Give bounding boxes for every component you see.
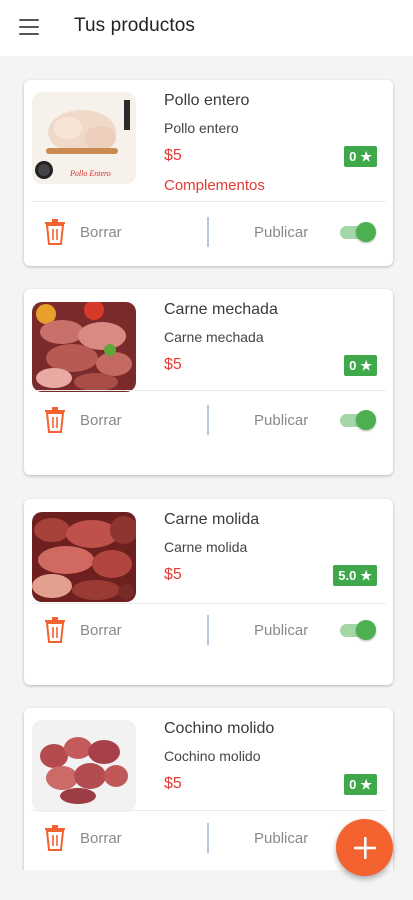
product-image: Pollo Entero <box>32 92 136 184</box>
product-name: Carne molida <box>164 511 260 528</box>
product-description: Carne molida <box>164 539 248 555</box>
trash-icon[interactable] <box>44 617 66 643</box>
plus-icon <box>353 836 376 859</box>
star-icon: ★ <box>360 567 372 583</box>
card-actions: Borrar Publicar <box>24 608 393 652</box>
rating-value: 0 <box>349 149 357 164</box>
divider <box>31 201 386 202</box>
divider <box>31 810 386 811</box>
card-actions: Borrar Publicar <box>24 398 393 442</box>
add-product-button[interactable] <box>336 819 393 876</box>
complements-link[interactable]: Complementos <box>164 177 265 194</box>
trash-icon[interactable] <box>44 219 66 245</box>
page-title: Tus productos <box>74 15 195 36</box>
rating-badge: 0 ★ <box>344 355 377 376</box>
app-bar: Tus productos <box>0 0 413 56</box>
product-name: Cochino molido <box>164 720 275 737</box>
rating-badge: 5.0 ★ <box>333 565 377 586</box>
product-name: Pollo entero <box>164 92 250 109</box>
publish-label: Publicar <box>254 830 309 847</box>
product-card[interactable]: Carne molida Carne molida $5 5.0 ★ Borra… <box>24 499 393 685</box>
trash-icon[interactable] <box>44 407 66 433</box>
delete-button[interactable]: Borrar <box>80 412 122 429</box>
publish-toggle[interactable] <box>338 620 376 640</box>
divider <box>31 390 386 391</box>
product-price: $5 <box>164 566 182 583</box>
star-icon: ★ <box>360 357 372 373</box>
publish-label: Publicar <box>254 622 309 639</box>
product-name: Carne mechada <box>164 301 278 318</box>
product-description: Carne mechada <box>164 329 264 345</box>
card-actions: Borrar Publicar <box>24 210 393 254</box>
product-price: $5 <box>164 147 182 164</box>
divider <box>31 603 386 604</box>
delete-button[interactable]: Borrar <box>80 224 122 241</box>
product-card[interactable]: Pollo Entero Pollo entero Pollo entero $… <box>24 80 393 266</box>
rating-value: 5.0 <box>338 568 357 583</box>
menu-icon[interactable] <box>19 19 39 35</box>
rating-badge: 0 ★ <box>344 146 377 167</box>
star-icon: ★ <box>360 148 372 164</box>
publish-label: Publicar <box>254 224 309 241</box>
bottom-spacer <box>0 870 413 900</box>
publish-toggle[interactable] <box>338 410 376 430</box>
product-price: $5 <box>164 775 182 792</box>
rating-value: 0 <box>349 777 357 792</box>
product-list[interactable]: Pollo Entero Pollo entero Pollo entero $… <box>0 56 413 870</box>
product-price: $5 <box>164 356 182 373</box>
delete-button[interactable]: Borrar <box>80 830 122 847</box>
actions-separator <box>207 823 209 853</box>
product-description: Cochino molido <box>164 748 261 764</box>
rating-value: 0 <box>349 358 357 373</box>
star-icon: ★ <box>360 776 372 792</box>
image-caption: Pollo Entero <box>69 169 111 178</box>
product-card[interactable]: Carne mechada Carne mechada $5 0 ★ Borra… <box>24 289 393 475</box>
publish-toggle[interactable] <box>338 222 376 242</box>
product-image <box>32 302 136 392</box>
delete-button[interactable]: Borrar <box>80 622 122 639</box>
actions-separator <box>207 217 209 247</box>
publish-label: Publicar <box>254 412 309 429</box>
trash-icon[interactable] <box>44 825 66 851</box>
product-description: Pollo entero <box>164 120 239 136</box>
product-image <box>32 512 136 602</box>
rating-badge: 0 ★ <box>344 774 377 795</box>
actions-separator <box>207 405 209 435</box>
actions-separator <box>207 615 209 645</box>
product-image <box>32 720 136 812</box>
